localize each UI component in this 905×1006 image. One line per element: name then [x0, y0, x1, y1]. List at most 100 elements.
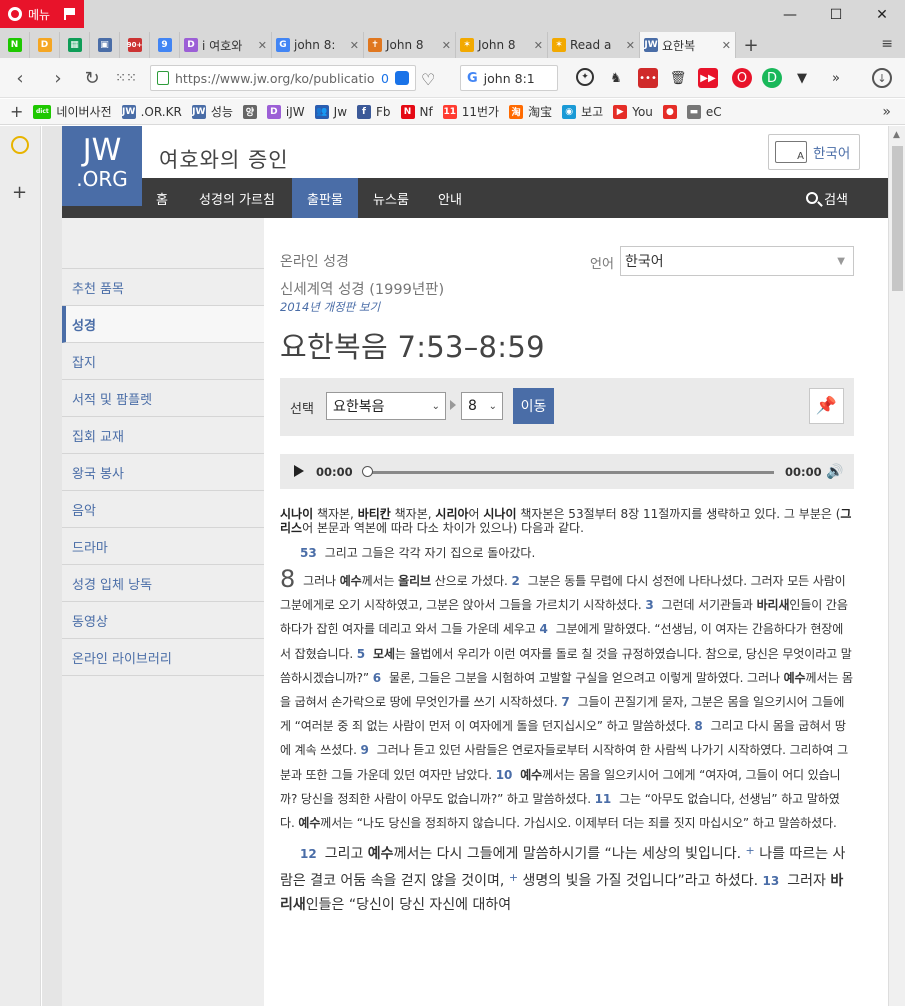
audio-progress-knob[interactable]	[362, 466, 373, 477]
close-tab-icon[interactable]: ✕	[258, 39, 267, 52]
close-tab-icon[interactable]: ✕	[442, 39, 451, 52]
close-window-button[interactable]: ✕	[859, 0, 905, 30]
browser-tab[interactable]: ✶ John 8 ✕	[456, 32, 548, 58]
browser-tab[interactable]: 9	[150, 32, 180, 58]
bookmark-item[interactable]: 양	[242, 104, 257, 119]
verse-number[interactable]: 2	[512, 574, 520, 588]
pocket-icon[interactable]: ▼	[792, 68, 812, 88]
shield-icon[interactable]	[395, 71, 409, 85]
go-button[interactable]: 이동	[513, 388, 554, 424]
cross-reference-marker[interactable]: +	[746, 844, 755, 857]
forward-extension-icon[interactable]: ▶▶	[698, 68, 718, 88]
nav-search[interactable]: 검색	[806, 178, 848, 218]
tab-menu-icon[interactable]: ≡	[881, 36, 893, 52]
language-select[interactable]: 한국어 ▼	[620, 246, 854, 276]
bookmark-item[interactable]: ◉ 보고	[562, 103, 603, 120]
close-tab-icon[interactable]: ✕	[350, 39, 359, 52]
sidebar-item[interactable]: 동영상	[62, 602, 264, 639]
sidebar-item[interactable]: 왕국 봉사	[62, 454, 264, 491]
browser-tab[interactable]: JW 요한복 ✕	[640, 32, 736, 58]
verse-number[interactable]: 10	[496, 768, 513, 782]
close-tab-icon[interactable]: ✕	[626, 39, 635, 52]
add-panel-icon[interactable]: +	[12, 182, 27, 203]
volume-icon[interactable]: 🔊	[826, 464, 843, 480]
reload-button[interactable]: ↻	[80, 66, 104, 90]
sidebar-item[interactable]: 성경 입체 낭독	[62, 565, 264, 602]
bookmark-item[interactable]: JW 성능	[191, 103, 233, 120]
new-tab-button[interactable]: +	[736, 32, 766, 58]
bookmark-item[interactable]: ●	[662, 104, 677, 119]
maximize-button[interactable]: ☐	[813, 0, 859, 30]
bookmark-item[interactable]: 👥 Jw	[314, 104, 347, 119]
verse-number[interactable]: 53	[300, 546, 317, 560]
browser-tab[interactable]: ✝ John 8 ✕	[364, 32, 456, 58]
back-button[interactable]: ‹	[8, 66, 32, 90]
search-field[interactable]: G john 8:1	[460, 65, 558, 91]
verse-number[interactable]: 11	[595, 792, 612, 806]
trash-icon[interactable]: 🗑	[668, 68, 688, 88]
sidebar-item[interactable]: 음악	[62, 491, 264, 528]
verse-number[interactable]: 13	[763, 874, 780, 888]
verse-number[interactable]: 8	[694, 719, 702, 733]
browser-tab[interactable]: ▣	[90, 32, 120, 58]
audio-progress-track[interactable]	[368, 471, 774, 474]
opera-extension-icon[interactable]: O	[732, 68, 752, 88]
verse-number[interactable]: 5	[357, 647, 365, 661]
more-extensions-icon[interactable]: »	[826, 68, 846, 88]
sidebar-item[interactable]: 성경	[62, 306, 264, 343]
lightbulb-icon[interactable]	[11, 136, 29, 154]
sidebar-item[interactable]: 온라인 라이브러리	[62, 639, 264, 676]
verse-number[interactable]: 3	[645, 598, 653, 612]
browser-tab[interactable]: 90+	[120, 32, 150, 58]
bookmark-item[interactable]: ▶ You	[613, 104, 653, 119]
browser-tab[interactable]: N	[0, 32, 30, 58]
close-tab-icon[interactable]: ✕	[722, 39, 731, 52]
forward-button[interactable]: ›	[46, 66, 70, 90]
nav-home[interactable]: 홈	[142, 178, 182, 218]
revision-link[interactable]: 2014년 개정판 보기	[280, 299, 380, 315]
browser-tab[interactable]: ✶ Read a ✕	[548, 32, 640, 58]
nav-publications[interactable]: 출판물	[292, 178, 358, 218]
browser-tab[interactable]: D	[30, 32, 60, 58]
scroll-up-icon[interactable]: ▲	[893, 130, 900, 140]
bookmark-item[interactable]: ▬ eC	[686, 104, 722, 119]
close-tab-icon[interactable]: ✕	[534, 39, 543, 52]
d-extension-icon[interactable]: D	[762, 68, 782, 88]
pin-icon[interactable]: 📌	[809, 388, 844, 424]
jw-logo[interactable]: JW .ORG	[62, 126, 142, 206]
page-scrollbar[interactable]: ▲	[888, 126, 905, 1006]
sidebar-item[interactable]: 잡지	[62, 343, 264, 380]
url-field[interactable]: https://www.jw.org/ko/publication 0	[150, 65, 416, 91]
sidebar-item[interactable]: 추천 품목	[62, 269, 264, 306]
breadcrumb[interactable]: 온라인 성경	[280, 251, 349, 271]
download-icon[interactable]: ↓	[872, 68, 892, 88]
minimize-button[interactable]: —	[767, 0, 813, 30]
add-bookmark-icon[interactable]: +	[10, 102, 23, 121]
bookmark-item[interactable]: DiJW	[266, 104, 305, 119]
sidebar-item[interactable]: 집회 교재	[62, 417, 264, 454]
book-select[interactable]: 요한복음 ⌄	[326, 392, 446, 420]
bookmark-item[interactable]: JW .OR.KR	[121, 104, 182, 119]
verse-number[interactable]: 7	[561, 695, 569, 709]
sidebar-item[interactable]: 드라마	[62, 528, 264, 565]
evernote-icon[interactable]: ♞	[606, 68, 626, 88]
nav-about[interactable]: 안내	[424, 178, 476, 218]
verse-number[interactable]: 12	[300, 847, 317, 861]
browser-tab[interactable]: ▦	[60, 32, 90, 58]
steering-icon[interactable]: ✦	[576, 68, 594, 86]
nav-newsroom[interactable]: 뉴스룸	[358, 178, 424, 218]
bookmark-item[interactable]: 11 11번가	[442, 103, 499, 120]
browser-tab[interactable]: Gjohn 8: ✕	[272, 32, 364, 58]
scroll-thumb[interactable]	[892, 146, 903, 291]
speed-dial-icon[interactable]: ⁙⁙	[114, 66, 138, 90]
bookmark-item[interactable]: 淘淘宝	[509, 103, 552, 120]
browser-tab[interactable]: Di 여호와 ✕	[180, 32, 272, 58]
opera-menu-button[interactable]: 메뉴	[0, 0, 84, 28]
bookmark-item[interactable]: N Nf	[400, 104, 433, 119]
sidebar-item[interactable]: 서적 및 팜플렛	[62, 380, 264, 417]
nav-bible-teachings[interactable]: 성경의 가르침	[182, 178, 292, 218]
bookmark-item[interactable]: f Fb	[357, 104, 391, 119]
bookmark-item[interactable]: dict 네이버사전	[33, 103, 112, 120]
verse-number[interactable]: 6	[373, 671, 381, 685]
heart-icon[interactable]: ♡	[421, 70, 435, 89]
